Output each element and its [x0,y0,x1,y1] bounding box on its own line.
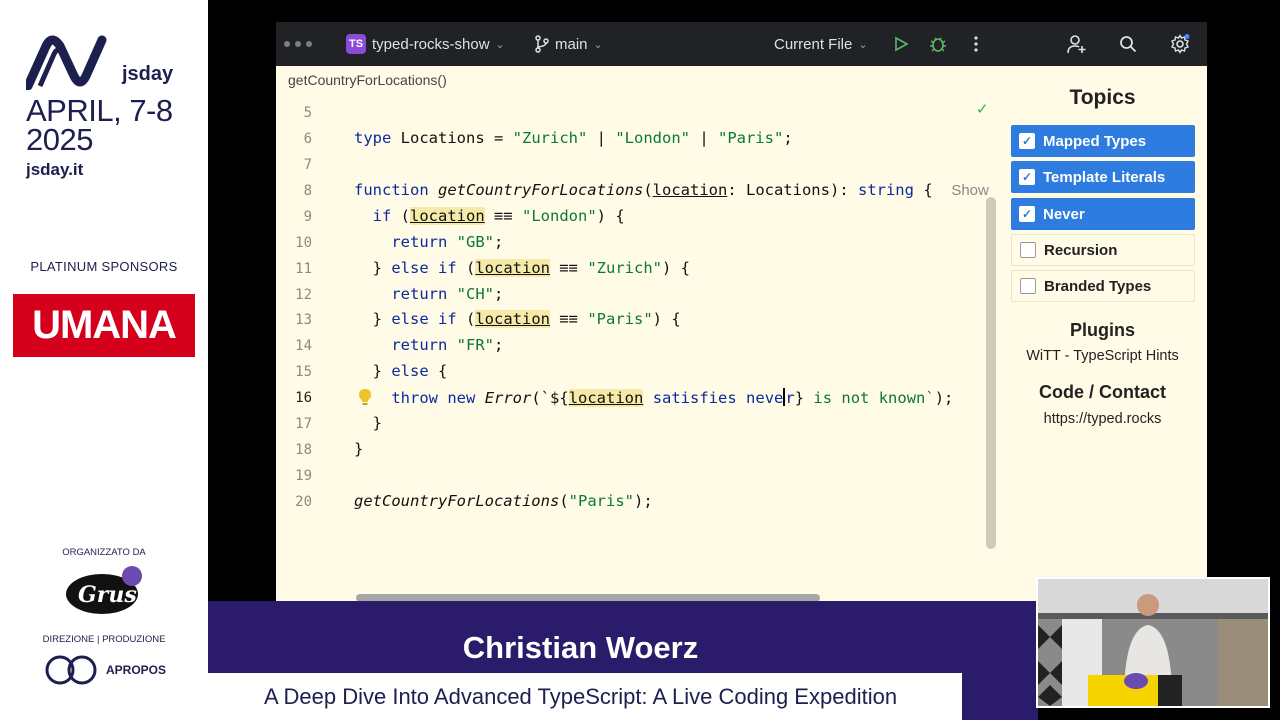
chevron-down-icon: ⌄ [858,38,868,51]
settings-button[interactable] [1169,33,1191,55]
chevron-down-icon: ⌄ [495,38,505,51]
branch-name: main [555,35,588,53]
ide-titlebar: TS typed-rocks-show ⌄ main ⌄ Current Fil… [276,22,1207,66]
line-number: 9 [303,209,312,225]
contact-link[interactable]: https://typed.rocks [998,411,1207,427]
breadcrumb[interactable]: getCountryForLocations() [288,72,447,88]
branch-selector[interactable]: main ⌄ [534,22,603,66]
run-button[interactable] [890,33,912,55]
line-number: 8 [303,183,312,199]
code-line-16[interactable]: throw new Error(`${location satisfies ne… [354,388,953,407]
event-date: APRIL, 7-8 2025 [26,93,173,157]
topics-title: Topics [1069,86,1136,109]
plugins-text: WiTT - TypeScript Hints [1026,348,1179,364]
jsday-logo: jsday [26,32,173,90]
code-line-20[interactable]: getCountryForLocations("Paris"); [354,492,653,510]
plugins-title: Plugins [1069,320,1135,340]
line-number: 18 [295,442,312,458]
more-actions-button[interactable] [965,33,987,55]
search-button[interactable] [1117,33,1139,55]
line-number: 7 [303,157,312,173]
grusp-logo-icon: Grusp [66,566,150,614]
code-line-15[interactable]: } else { [354,362,448,380]
gear-icon [1171,34,1190,54]
line-number: 12 [295,287,312,303]
line-number: 19 [295,468,312,484]
code-line-17[interactable]: } [354,414,382,432]
checkbox-checked-icon[interactable]: ✓ [1019,133,1035,149]
apropos-logo: APROPOS [44,652,166,688]
vertical-dots-icon [974,36,978,52]
sponsors-label: PLATINUM SPONSORS [30,259,178,274]
git-branch-icon [535,35,549,53]
debug-button[interactable] [927,33,949,55]
contact-title: Code / Contact [1038,382,1166,402]
code-line-12[interactable]: return "CH"; [354,285,503,303]
chevron-down-icon: ⌄ [593,38,603,51]
code-line-18[interactable]: } [354,440,363,458]
checkbox-checked-icon[interactable]: ✓ [1019,206,1035,222]
project-selector[interactable]: TS typed-rocks-show ⌄ [346,22,505,66]
line-number-current: 16 [295,390,312,406]
jsday-wave-logo-icon [26,35,107,90]
topic-mapped-types[interactable]: ✓ Mapped Types [1011,125,1195,157]
topics-panel: Topics ✓ Mapped Types ✓ Template Literals … [998,66,1207,602]
topic-recursion[interactable]: Recursion [1011,234,1195,266]
code-line-9[interactable]: if (location ≡≡ "London") { [354,207,625,225]
speaker-camera-inset [1036,577,1270,708]
direction-label: DIREZIONE | PRODUZIONE [42,634,166,645]
line-number: 20 [295,494,312,510]
apropos-rings-icon [45,655,97,685]
speaker-name: Christian Woerz [462,630,699,665]
topic-branded-types[interactable]: Branded Types [1011,270,1195,302]
code-line-14[interactable]: return "FR"; [354,336,503,354]
code-line-8[interactable]: function getCountryForLocations(location… [354,181,989,199]
show-hint-link[interactable]: Show [951,182,989,199]
organizer-label: ORGANIZZATO DA [62,547,146,558]
add-user-button[interactable] [1066,33,1088,55]
search-icon [1120,36,1137,53]
topic-never[interactable]: ✓ Never [1011,198,1195,230]
code-line-13[interactable]: } else if (location ≡≡ "Paris") { [354,310,681,328]
conference-branding-panel: jsday APRIL, 7-8 2025 jsday.it PLATINUM … [0,0,208,720]
line-number: 10 [295,235,312,251]
run-config-label: Current File [774,35,853,53]
project-name: typed-rocks-show [372,35,490,53]
run-config-selector[interactable]: Current File ⌄ [774,22,868,66]
event-website: jsday.it [26,160,84,179]
sponsor-logo-umana: UMANA [13,294,195,357]
line-number: 5 [303,105,312,121]
checkbox-checked-icon[interactable]: ✓ [1019,169,1035,185]
play-icon [895,36,909,52]
topic-template-literals[interactable]: ✓ Template Literals [1011,161,1195,193]
line-number: 11 [295,261,312,277]
checkbox-unchecked-icon[interactable] [1020,242,1036,258]
speaker-camera-image [1038,579,1268,706]
vertical-scrollbar[interactable] [986,197,996,549]
line-number: 14 [295,338,312,354]
code-line-6[interactable]: type Locations = "Zurich" | "London" | "… [354,129,793,147]
jsday-logo-text: jsday [122,63,174,85]
code-line-11[interactable]: } else if (location ≡≡ "Zurich") { [354,259,690,277]
lightbulb-icon[interactable] [358,388,372,406]
line-number: 6 [303,131,312,147]
no-problems-check-icon[interactable]: ✓ [976,100,989,118]
producer-name: APROPOS [106,663,167,677]
line-number: 13 [295,312,312,328]
checkbox-unchecked-icon[interactable] [1020,278,1036,294]
add-user-icon [1067,35,1086,54]
line-number: 17 [295,416,312,432]
line-number: 15 [295,364,312,380]
bug-icon [930,37,946,52]
code-line-10[interactable]: return "GB"; [354,233,503,251]
window-menu-dots[interactable] [284,22,317,66]
project-badge: TS [346,34,366,54]
ide-window: TS typed-rocks-show ⌄ main ⌄ Current Fil… [276,22,1207,602]
grusp-logo-text: Grusp [78,582,150,608]
sponsor-name: UMANA [32,303,177,347]
talk-title: A Deep Dive Into Advanced TypeScript: A … [263,684,898,709]
